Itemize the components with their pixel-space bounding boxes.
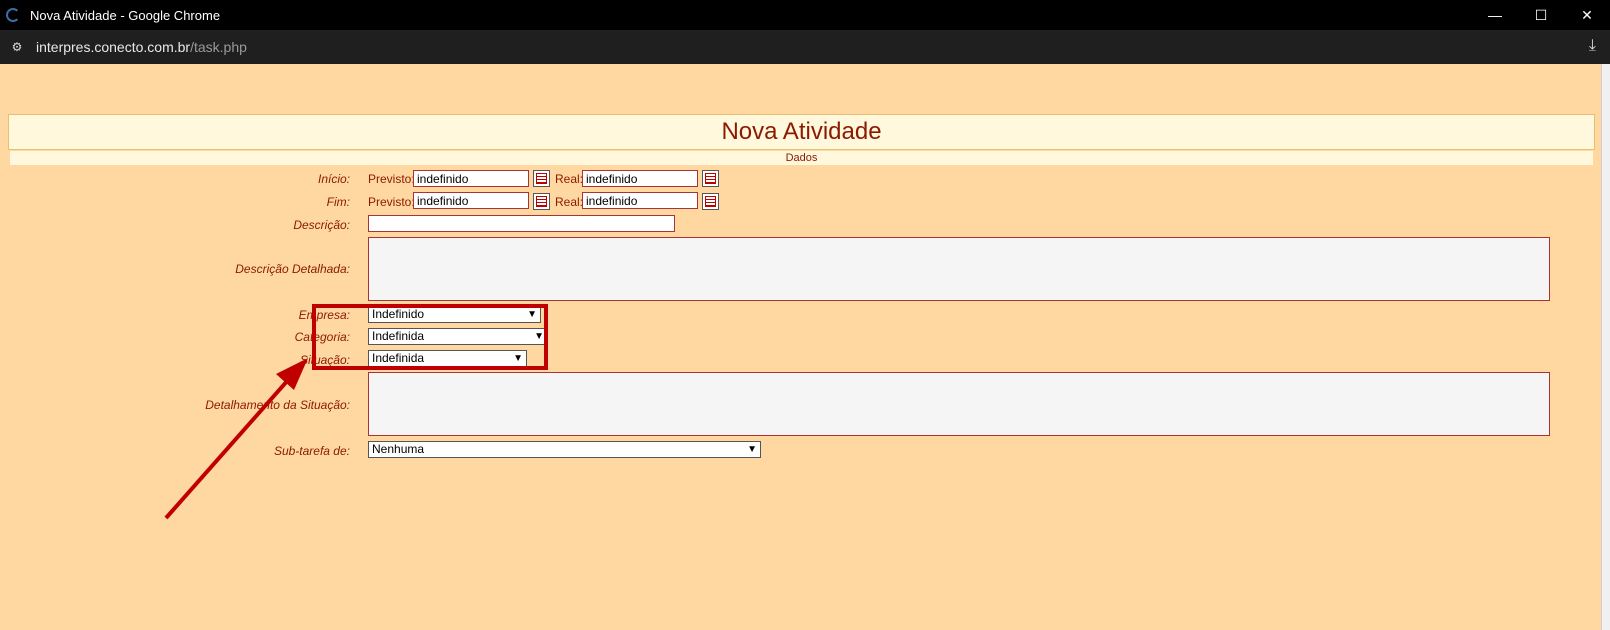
window-controls: — ☐ ✕ — [1472, 0, 1610, 30]
annotation-arrow — [164, 358, 308, 520]
page-content: Nova Atividade Dados Início: Previsto: i… — [0, 64, 1602, 630]
maximize-button[interactable]: ☐ — [1518, 0, 1564, 30]
url-path: /task.php — [190, 39, 247, 55]
loading-icon — [6, 8, 20, 22]
minimize-button[interactable]: — — [1472, 0, 1518, 30]
download-icon[interactable]: ⤓ — [1589, 37, 1596, 55]
site-settings-icon[interactable]: ⚙ — [8, 38, 26, 56]
scrollbar[interactable] — [1601, 64, 1610, 630]
url-host: interpres.conecto.com.br — [36, 39, 191, 55]
window-titlebar: Nova Atividade - Google Chrome — ☐ ✕ — [0, 0, 1610, 30]
window-title: Nova Atividade - Google Chrome — [30, 7, 221, 23]
address-bar[interactable]: ⚙ interpres.conecto.com.br/task.php ⤓ — [0, 30, 1610, 64]
close-button[interactable]: ✕ — [1564, 0, 1610, 30]
